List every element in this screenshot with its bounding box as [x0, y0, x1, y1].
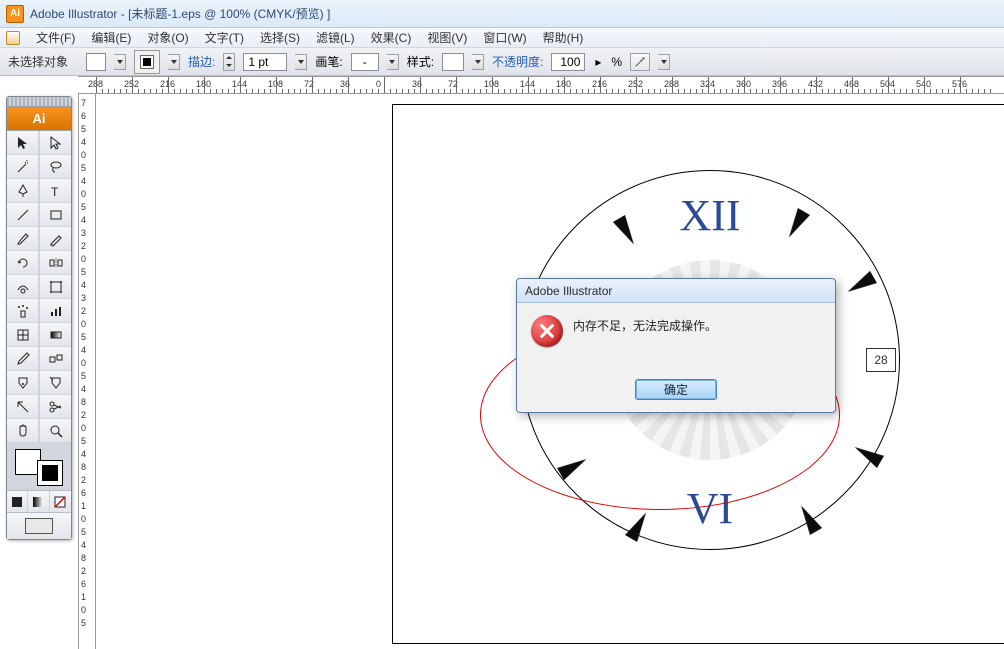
date-box: 28	[866, 348, 896, 372]
mesh-tool[interactable]	[7, 323, 39, 347]
line-tool[interactable]	[7, 203, 39, 227]
menu-text[interactable]: 文字(T)	[199, 28, 250, 47]
panel-grip[interactable]	[7, 97, 71, 107]
rectangle-tool[interactable]	[39, 203, 71, 227]
symbol-sprayer-tool[interactable]	[7, 299, 39, 323]
error-dialog: Adobe Illustrator 内存不足，无法完成操作。 确定	[516, 278, 836, 413]
style-label: 样式:	[407, 53, 434, 70]
ruler-horizontal[interactable]: 2882522161801441087236036721081441802162…	[78, 76, 1004, 94]
screen-mode[interactable]	[7, 513, 71, 539]
live-paint-tool[interactable]	[7, 371, 39, 395]
free-transform-tool[interactable]	[39, 275, 71, 299]
ok-button[interactable]: 确定	[635, 379, 717, 400]
brush-label: 画笔:	[315, 53, 342, 70]
menubar: 文件(F) 编辑(E) 对象(O) 文字(T) 选择(S) 滤镜(L) 效果(C…	[0, 28, 1004, 48]
ruler-vertical[interactable]: 7654054054320543205405482054826105482610…	[78, 94, 96, 649]
slice-tool[interactable]	[7, 395, 39, 419]
menu-edit[interactable]: 编辑(E)	[85, 28, 137, 47]
dialog-message: 内存不足，无法完成操作。	[573, 315, 717, 365]
brush-field[interactable]: -	[351, 53, 379, 71]
stroke-spinner[interactable]	[223, 53, 235, 71]
percent-label: %	[611, 55, 622, 69]
control-bar: 未选择对象 描边: 1 pt 画笔: - 样式: 不透明度: 100 ▸ %	[0, 48, 1004, 76]
reflect-tool[interactable]	[39, 251, 71, 275]
hand-tool[interactable]	[7, 419, 39, 443]
stroke-label[interactable]: 描边:	[188, 53, 215, 70]
eyedropper-tool[interactable]	[7, 347, 39, 371]
background-color[interactable]	[37, 460, 63, 486]
stroke-dropdown-icon[interactable]	[168, 54, 180, 70]
color-mode-gradient[interactable]	[28, 491, 49, 512]
style-dropdown-icon[interactable]	[472, 54, 484, 70]
zoom-tool[interactable]	[39, 419, 71, 443]
menu-file[interactable]: 文件(F)	[30, 28, 81, 47]
rotate-tool[interactable]	[7, 251, 39, 275]
pen-tool[interactable]	[7, 179, 39, 203]
error-icon	[531, 315, 563, 347]
menu-effect[interactable]: 效果(C)	[365, 28, 418, 47]
lasso-tool[interactable]	[39, 155, 71, 179]
color-mode-none[interactable]	[50, 491, 71, 512]
roman-12: XII	[679, 190, 740, 241]
menu-window[interactable]: 窗口(W)	[477, 28, 532, 47]
pencil-tool[interactable]	[39, 227, 71, 251]
graph-tool[interactable]	[39, 299, 71, 323]
blend-tool[interactable]	[39, 347, 71, 371]
window-titlebar: Ai Adobe Illustrator - [未标题-1.eps @ 100%…	[0, 0, 1004, 28]
opacity-label[interactable]: 不透明度:	[492, 53, 543, 70]
svg-text:T: T	[51, 185, 59, 199]
selection-tool[interactable]	[7, 131, 39, 155]
tools-header: Ai	[7, 107, 71, 131]
menu-view[interactable]: 视图(V)	[421, 28, 473, 47]
brush-dropdown-icon[interactable]	[387, 54, 399, 70]
stroke-weight-dropdown-icon[interactable]	[295, 54, 307, 70]
color-mode-solid[interactable]	[7, 491, 28, 512]
menu-filter[interactable]: 滤镜(L)	[310, 28, 361, 47]
menu-object[interactable]: 对象(O)	[141, 28, 194, 47]
color-mode-row	[7, 491, 71, 513]
gradient-tool[interactable]	[39, 323, 71, 347]
fill-swatch[interactable]	[86, 53, 106, 71]
color-section[interactable]	[7, 443, 71, 491]
scissors-tool[interactable]	[39, 395, 71, 419]
menu-select[interactable]: 选择(S)	[254, 28, 306, 47]
type-tool[interactable]: T	[39, 179, 71, 203]
dialog-title[interactable]: Adobe Illustrator	[517, 279, 835, 303]
window-title: Adobe Illustrator - [未标题-1.eps @ 100% (C…	[30, 5, 330, 22]
tools-panel: Ai T	[6, 96, 72, 540]
paintbrush-tool[interactable]	[7, 227, 39, 251]
stroke-weight-field[interactable]: 1 pt	[243, 53, 287, 71]
new-doc-icon[interactable]	[6, 31, 20, 45]
style-field[interactable]	[442, 53, 464, 71]
live-paint-select-tool[interactable]	[39, 371, 71, 395]
menu-help[interactable]: 帮助(H)	[537, 28, 590, 47]
selection-status: 未选择对象	[8, 53, 68, 70]
magic-wand-tool[interactable]	[7, 155, 39, 179]
fill-dropdown-icon[interactable]	[114, 54, 126, 70]
wand-icon[interactable]	[630, 53, 650, 71]
opacity-field[interactable]: 100	[551, 53, 585, 71]
app-icon: Ai	[6, 5, 24, 23]
wand-dropdown-icon[interactable]	[658, 54, 670, 70]
direct-selection-tool[interactable]	[39, 131, 71, 155]
stroke-swatch[interactable]	[134, 50, 160, 74]
roman-6: VI	[687, 483, 733, 534]
warp-tool[interactable]	[7, 275, 39, 299]
